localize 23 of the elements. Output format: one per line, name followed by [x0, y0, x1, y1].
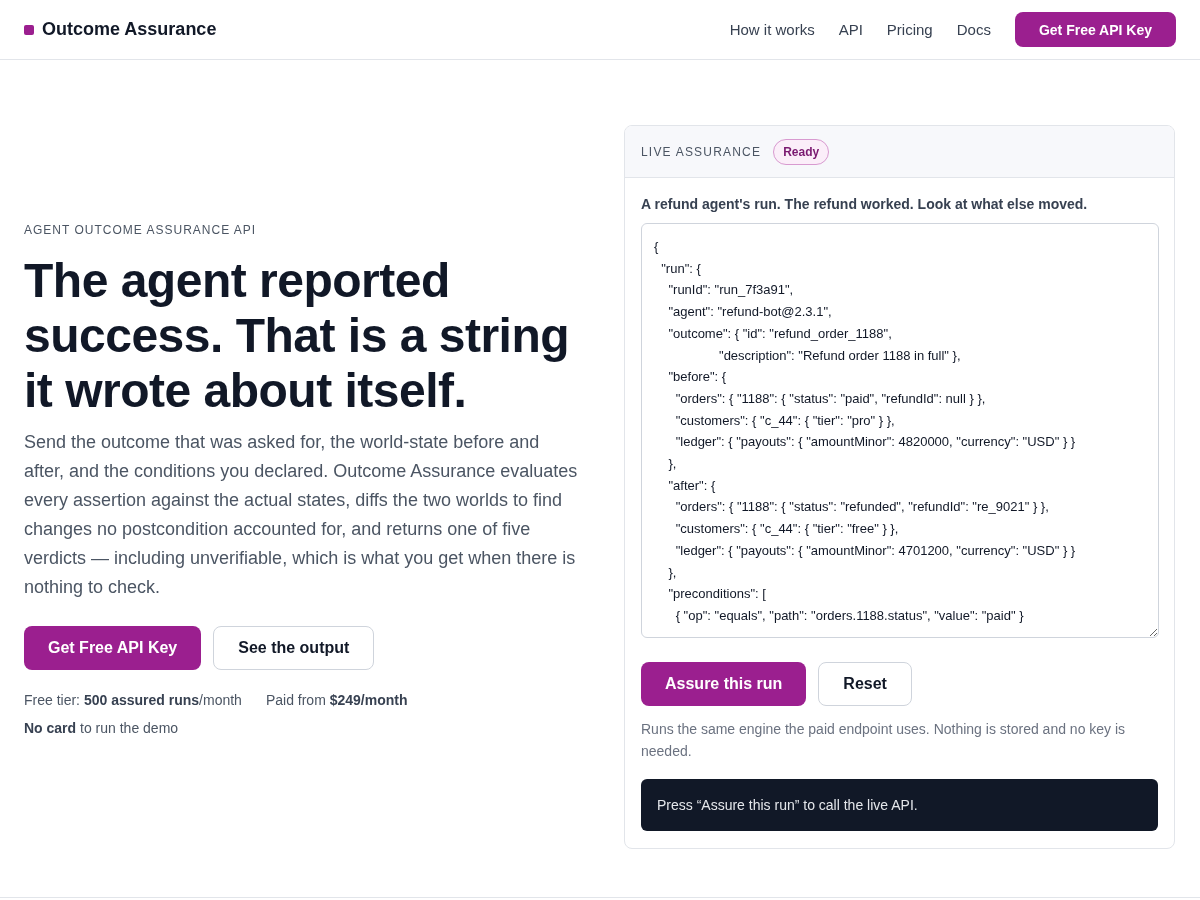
pricing-note: No card to run the demo	[24, 720, 179, 736]
output-button[interactable]: See the output	[213, 626, 375, 670]
json-input-field[interactable]: { "run": { "runId": "run_7f3a91", "agent": "refund-bot@2.3.1", "outcome": { "id": "refund_order_1188", "description": "Refund order 1188 in full" }, "before": { "orders": { "1188": { "status": "paid", "refundId": null } }, "customers": { "c_44": { "tier": "pro" } }, "ledger": { "payouts": { "amountMinor": 4820000, "currency": "USD" } } }, "after": { "orders": { "1188": { "status": "refunded", "refundId": "re_9021" } }, "customers": { "c_44": { "tier": "free" } }, "ledger": { "payouts": { "amountMinor": 4701200, "currency": "USD" } } }, "preconditions": [ { "op": "equals", "path": "orders.1188.status", "value": "paid" }	[641, 223, 1159, 638]
pricing-note: Free tier: 500 assured runs/month	[24, 692, 242, 708]
api-key-button[interactable]: Get Free API Key	[1014, 12, 1176, 47]
panel-hint: Runs the same engine the paid endpoint uses. Nothing is stored and no key is needed.	[641, 720, 1127, 761]
panel-title: LIVE ASSURANCE	[641, 144, 762, 159]
assure-button[interactable]: Assure this run	[641, 662, 807, 706]
panel-caption: A refund agent's run. The refund worked. Look at what else moved.	[641, 196, 1089, 212]
hero-title: The agent reported success. That is a string it wrote about itself.	[24, 253, 571, 418]
status-badge: Ready	[773, 138, 830, 165]
hero-description: Send the outcome that was asked for, the world-state before and after, and the conditions you declared. Outcome Assurance evaluates every assertion against the actual states, diffs the two worlds to find changes no postcondition accounted for, and returns one of five verdicts — including unverifiable, which is what you get when there is nothing to check.	[24, 431, 579, 599]
brand-name[interactable]: Outcome Assurance	[42, 19, 217, 40]
logo-icon	[24, 24, 34, 35]
api-key-button[interactable]: Get Free API Key	[24, 626, 202, 670]
reset-button[interactable]: Reset	[818, 662, 912, 706]
pricing-note: Paid from $249/month	[265, 692, 408, 708]
output-console: Press “Assure this run” to call the live API.	[641, 779, 1158, 831]
nav-link[interactable]: Pricing	[886, 21, 933, 38]
nav-link[interactable]: API	[838, 21, 863, 38]
nav-link[interactable]: How it works	[729, 21, 815, 38]
eyebrow-text: AGENT OUTCOME ASSURANCE API	[24, 223, 258, 237]
nav-link[interactable]: Docs	[956, 21, 991, 38]
